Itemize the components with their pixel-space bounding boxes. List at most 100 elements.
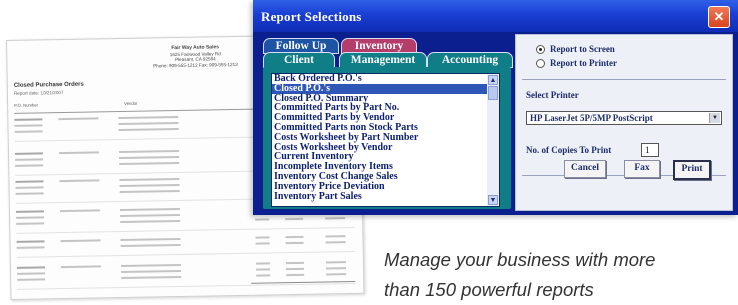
report-text-stroke [16,222,45,225]
report-text-stroke [118,149,179,154]
column-header: P.O. Number [14,102,39,108]
report-row-divider [17,282,356,290]
report-text-stroke [119,177,180,182]
report-text-stroke [119,155,180,160]
report-to-printer-label: Report to Printer [550,58,617,68]
tab-accounting[interactable]: Accounting [427,52,513,68]
report-text-stroke [15,180,44,183]
report-text-stroke [256,268,271,271]
report-text-stroke [16,246,45,249]
report-text-stroke [120,219,181,224]
marketing-caption: Manage your business with more than 150 … [384,245,738,305]
report-text-stroke [16,216,45,219]
report-text-stroke [15,192,44,195]
copies-label: No. of Copies To Print [526,145,612,155]
report-list[interactable]: Back Ordered P.O.'s Closed P.O.'s Closed P… [271,73,489,207]
report-text-stroke [285,217,304,221]
report-text-stroke [325,241,346,244]
report-text-stroke [325,261,346,264]
report-text-stroke [118,116,179,120]
caption-line: than 150 powerful reports [384,279,594,300]
report-text-stroke [118,128,179,132]
report-row-divider [16,226,355,234]
report-text-stroke [14,124,43,127]
radio-selected-icon[interactable] [536,45,545,55]
report-date: Report date: 10/21/2007 [13,90,64,96]
printer-select-value: HP LaserJet 5P/5MP PostScript [530,113,653,123]
report-text-stroke [16,240,45,243]
report-text-stroke [326,273,347,276]
scroll-thumb[interactable] [488,86,498,100]
report-to-screen-radio[interactable]: Report to Screen [536,44,615,56]
scroll-down-arrow-icon[interactable]: ▼ [488,195,498,205]
report-row-divider [16,250,355,258]
report-text-stroke [120,213,181,218]
report-text-stroke [58,151,99,155]
copies-input[interactable]: 1 [641,143,659,157]
report-text-stroke [255,262,270,265]
output-options-panel: Report to Screen Report to Printer Selec… [515,34,733,211]
report-text-stroke [60,265,101,269]
printer-select[interactable]: HP LaserJet 5P/5MP PostScript ▼ [526,111,722,125]
report-text-stroke [119,189,180,194]
cancel-button[interactable]: Cancel [564,160,606,178]
report-list-item[interactable]: Inventory Part Sales [272,191,488,202]
report-text-stroke [15,186,44,189]
report-text-stroke [121,275,182,280]
report-text-stroke [15,210,45,213]
report-text-stroke [326,267,347,270]
report-text-stroke [120,243,181,248]
report-text-stroke [17,278,46,281]
tab-management[interactable]: Management [339,52,427,68]
report-text-stroke [286,267,305,271]
report-text-stroke [255,242,270,245]
dialog-title: Report Selections [261,9,362,24]
report-text-stroke [119,207,180,212]
report-text-stroke [59,209,101,213]
report-text-stroke [285,261,304,265]
caption-line: Manage your business with more [384,249,656,270]
column-header: Vendor [124,100,138,106]
report-text-stroke [14,152,44,155]
report-text-stroke [118,122,179,126]
report-text-stroke [119,161,180,166]
report-text-stroke [58,117,99,121]
report-title: Closed Purchase Orders [13,81,84,89]
report-text-stroke [325,217,346,220]
report-text-stroke [255,236,270,239]
report-text-stroke [16,266,45,269]
report-text-stroke [256,274,271,277]
close-button[interactable]: ✕ [708,6,730,28]
report-text-stroke [14,118,43,121]
report-text-stroke [15,158,44,161]
company-header: Fair Way Auto Sales 1625 Fairwood Valley… [125,44,265,69]
select-printer-label: Select Printer [526,90,579,100]
report-text-stroke [14,130,43,133]
report-text-stroke [121,269,182,274]
company-phone: Phone: 909-555-1212 Fax: 909-555-1213 [153,61,238,69]
report-text-stroke [286,273,305,277]
print-button[interactable]: Print [673,160,711,180]
dialog-titlebar: Report Selections ✕ [253,0,738,32]
radio-unselected-icon[interactable] [536,59,545,69]
report-text-stroke [15,164,44,167]
report-text-stroke [17,272,46,275]
report-text-stroke [285,235,304,239]
fax-button[interactable]: Fax [624,160,660,178]
tab-client[interactable]: Client [263,52,335,68]
report-text-stroke [255,218,270,221]
report-text-stroke [60,239,101,243]
report-selections-dialog: Report Selections ✕ Follow Up Inventory … [253,0,738,215]
dropdown-arrow-icon[interactable]: ▼ [709,113,720,123]
report-list-scrollbar[interactable]: ▲ ▼ [487,73,500,207]
report-text-stroke [120,263,181,268]
report-text-stroke [119,183,180,188]
report-text-stroke [120,237,181,242]
divider [522,79,726,80]
report-to-screen-label: Report to Screen [550,44,615,54]
report-text-stroke [325,235,346,238]
scroll-up-arrow-icon[interactable]: ▲ [488,75,498,85]
report-text-stroke [285,241,304,245]
report-to-printer-radio[interactable]: Report to Printer [536,58,617,70]
report-text-stroke [59,179,100,183]
